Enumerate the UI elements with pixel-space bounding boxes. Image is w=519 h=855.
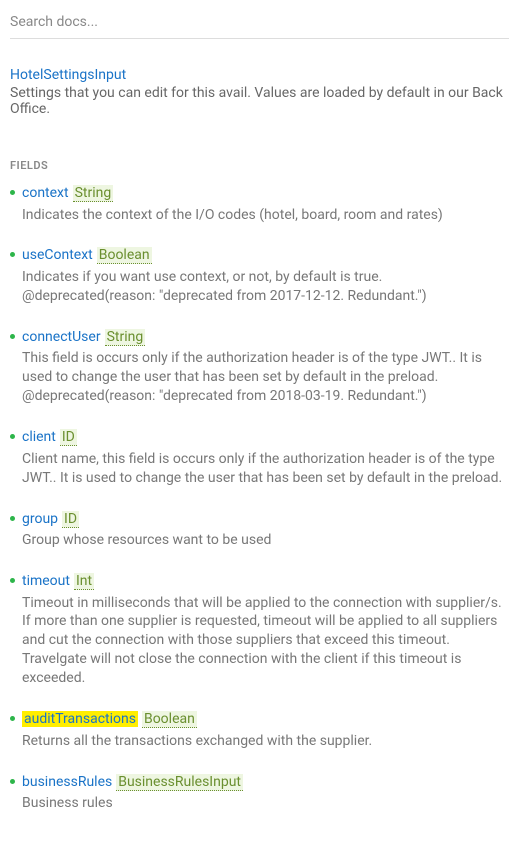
field-head: auditTransactionsBoolean bbox=[22, 710, 509, 730]
field-name-link[interactable]: client bbox=[22, 429, 56, 445]
field-description: Indicates if you want use context, or no… bbox=[22, 268, 509, 306]
field-description: Business rules bbox=[22, 794, 509, 813]
fields-list: contextStringIndicates the context of th… bbox=[10, 184, 509, 813]
bullet-icon bbox=[10, 190, 15, 195]
field-name-link[interactable]: auditTransactions bbox=[22, 711, 138, 727]
field-type-link[interactable]: String bbox=[105, 329, 146, 346]
field-name-link[interactable]: businessRules bbox=[22, 774, 112, 790]
fields-section-label: FIELDS bbox=[10, 159, 509, 172]
field-head: useContextBoolean bbox=[22, 246, 509, 266]
field-description: Indicates the context of the I/O codes (… bbox=[22, 206, 509, 225]
field-type-link[interactable]: ID bbox=[62, 511, 79, 528]
field-head: contextString bbox=[22, 184, 509, 204]
search-input[interactable] bbox=[10, 10, 509, 39]
type-title-link[interactable]: HotelSettingsInput bbox=[10, 67, 126, 83]
field-name-link[interactable]: timeout bbox=[22, 573, 70, 589]
field-row: connectUserStringThis field is occurs on… bbox=[10, 328, 509, 406]
field-name-link[interactable]: context bbox=[22, 185, 69, 201]
field-row: contextString Indicates the context of th… bbox=[10, 184, 509, 224]
field-name-link[interactable]: useContext bbox=[22, 247, 93, 263]
field-type-link[interactable]: String bbox=[73, 185, 114, 202]
field-row: clientIDClient name, this field is occur… bbox=[10, 428, 509, 487]
field-description: Group whose resources want to be used bbox=[22, 531, 509, 550]
doc-panel: HotelSettingsInput Settings that you can… bbox=[0, 0, 519, 855]
bullet-icon bbox=[10, 252, 15, 257]
field-name-link[interactable]: connectUser bbox=[22, 329, 101, 345]
field-head: timeoutInt bbox=[22, 572, 509, 592]
field-description: This field is occurs only if the authori… bbox=[22, 349, 509, 406]
field-type-link[interactable]: ID bbox=[60, 429, 77, 446]
field-head: businessRulesBusinessRulesInput bbox=[22, 773, 509, 793]
field-row: auditTransactionsBoolean Returns all the … bbox=[10, 710, 509, 750]
bullet-icon bbox=[10, 716, 15, 721]
bullet-icon bbox=[10, 434, 15, 439]
bullet-icon bbox=[10, 578, 15, 583]
field-type-link[interactable]: Boolean bbox=[142, 711, 197, 728]
bullet-icon bbox=[10, 516, 15, 521]
field-type-link[interactable]: BusinessRulesInput bbox=[116, 774, 243, 791]
field-head: connectUserString bbox=[22, 328, 509, 348]
bullet-icon bbox=[10, 779, 15, 784]
field-name-link[interactable]: group bbox=[22, 511, 58, 527]
field-row: businessRulesBusinessRulesInputBusiness … bbox=[10, 773, 509, 813]
field-row: timeoutIntTimeout in milliseconds that w… bbox=[10, 572, 509, 688]
field-type-link[interactable]: Int bbox=[74, 573, 94, 590]
field-description: Returns all the transactions exchanged w… bbox=[22, 732, 509, 751]
field-description: Timeout in milliseconds that will be app… bbox=[22, 594, 509, 688]
field-description: Client name, this field is occurs only i… bbox=[22, 450, 509, 488]
field-head: groupID bbox=[22, 510, 509, 530]
type-description: Settings that you can edit for this avai… bbox=[10, 85, 509, 117]
bullet-icon bbox=[10, 334, 15, 339]
field-row: groupIDGroup whose resources want to be … bbox=[10, 510, 509, 550]
field-type-link[interactable]: Boolean bbox=[97, 247, 152, 264]
field-row: useContextBooleanIndicates if you want u… bbox=[10, 246, 509, 305]
field-head: clientID bbox=[22, 428, 509, 448]
